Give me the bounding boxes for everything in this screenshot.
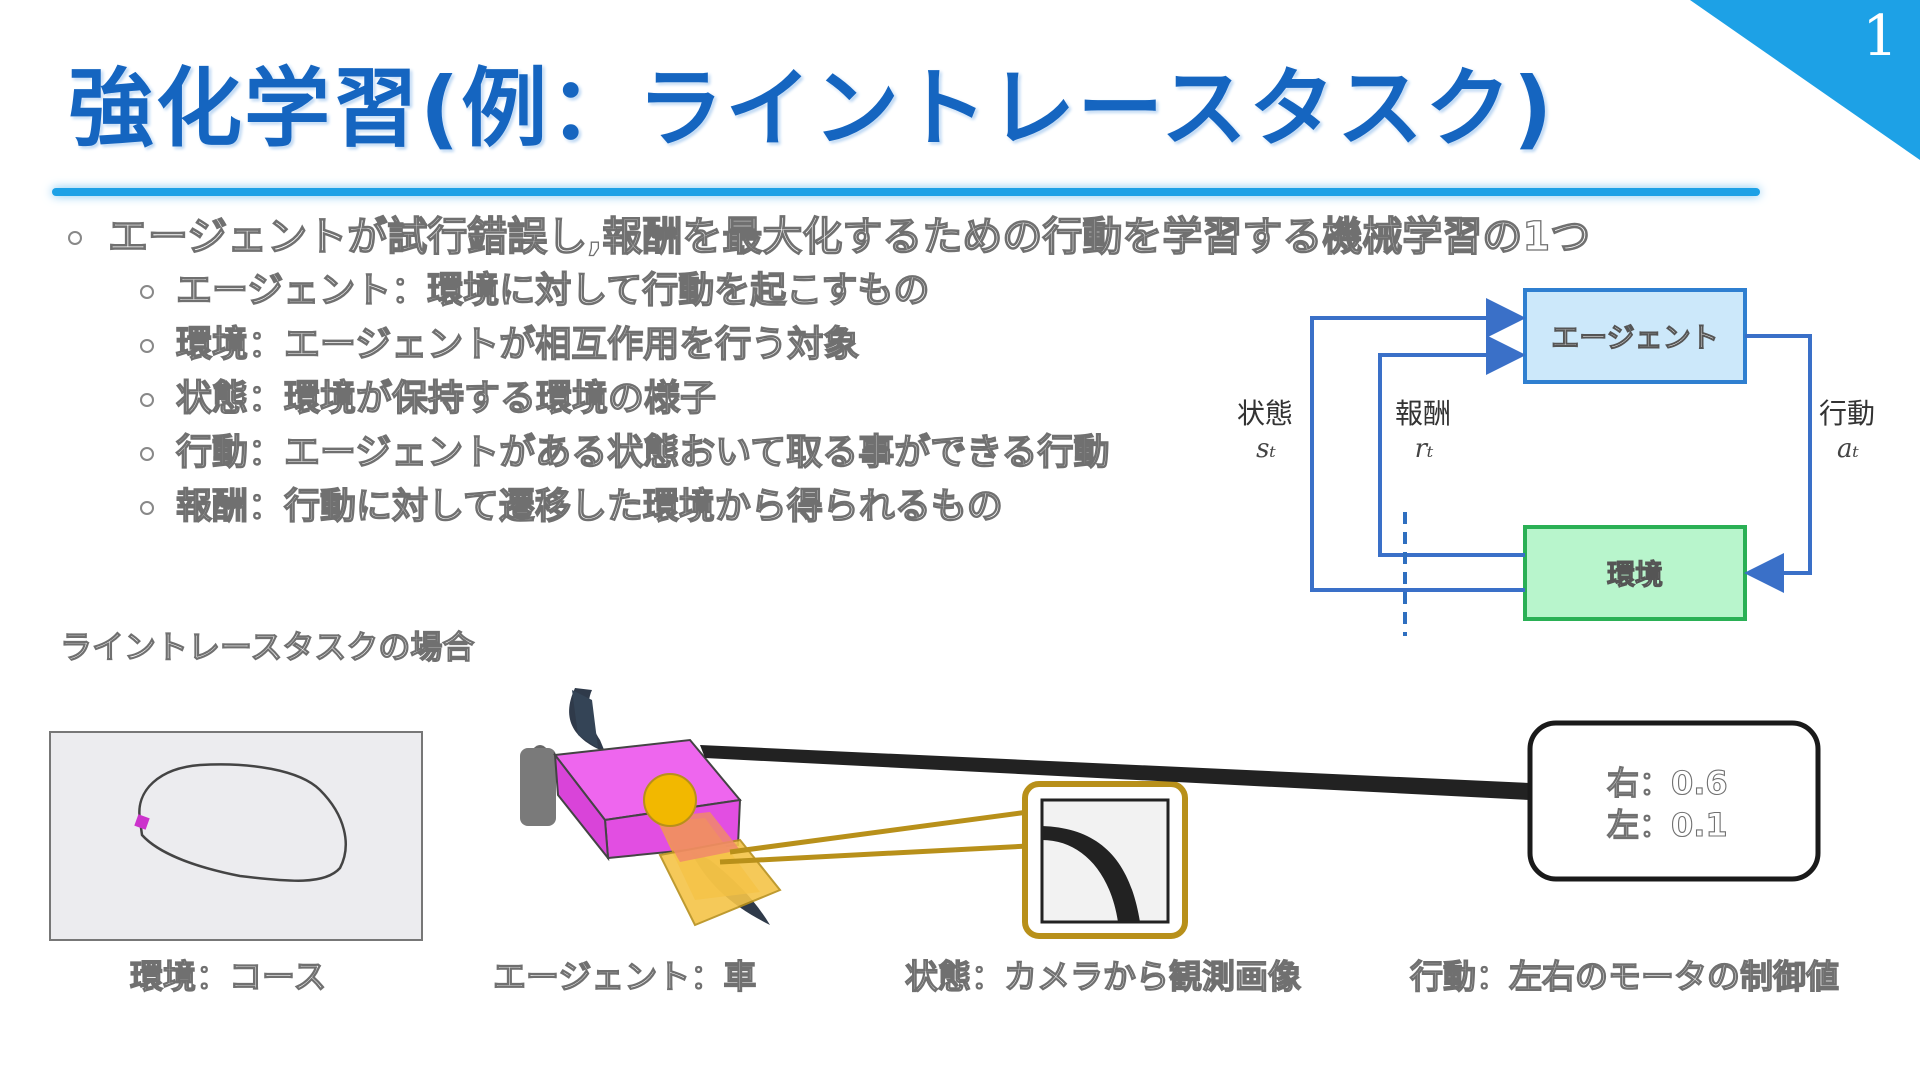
action-label: 行動 bbox=[1818, 397, 1875, 430]
course-image bbox=[49, 731, 423, 941]
example-subheading: ライントレースタスクの場合 bbox=[59, 627, 475, 666]
reward-label: 報酬 bbox=[1394, 397, 1451, 430]
action-arrow bbox=[1744, 334, 1812, 593]
motor-left-value: 左：0.1 bbox=[1606, 805, 1728, 844]
car-illustration bbox=[520, 688, 782, 927]
state-symbol: sₜ bbox=[1256, 434, 1276, 464]
slide-graphics bbox=[49, 288, 1821, 941]
caption-environment: 環境：コース bbox=[129, 956, 327, 996]
environment-box-label: 環境 bbox=[1606, 558, 1663, 592]
caption-state: 状態：カメラから観測画像 bbox=[904, 956, 1301, 996]
motor-right-value: 右：0.6 bbox=[1606, 763, 1728, 802]
reward-symbol: rₜ bbox=[1414, 434, 1434, 464]
action-symbol: aₜ bbox=[1837, 434, 1859, 464]
state-label: 状態 bbox=[1236, 397, 1293, 430]
agent-box-label: エージェント bbox=[1551, 321, 1719, 355]
caption-action: 行動：左右のモータの制御値 bbox=[1409, 956, 1839, 996]
caption-agent: エージェント：車 bbox=[492, 956, 757, 996]
camera-observation bbox=[719, 781, 1188, 939]
